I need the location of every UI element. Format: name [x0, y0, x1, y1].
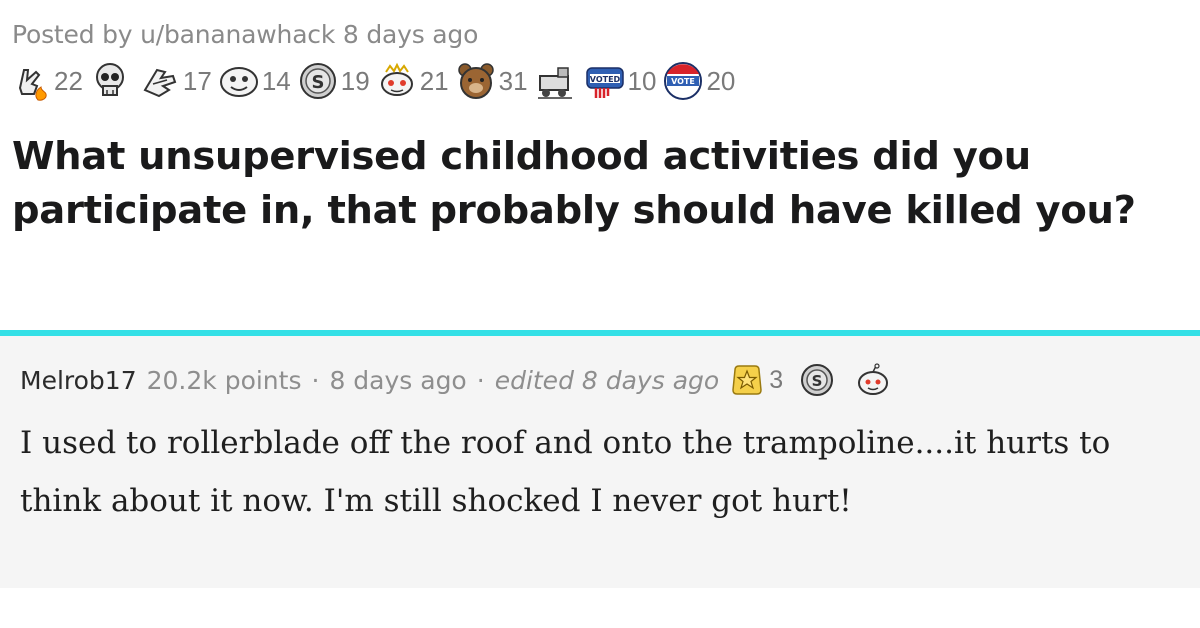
silver-coin-icon: S [801, 364, 834, 396]
award-vote[interactable]: VOTE 20 [662, 60, 735, 102]
award-silver[interactable]: S 19 [297, 60, 370, 102]
hand-flame-icon [18, 69, 47, 101]
svg-text:S: S [812, 372, 823, 390]
comment-meta: Melrob17 20.2k points · 8 days ago · edi… [20, 360, 901, 400]
skull-icon [95, 63, 124, 96]
comment-body: I used to rollerblade off the roof and o… [20, 425, 1111, 519]
award-snoo[interactable]: 21 [376, 60, 449, 102]
silver-coin-icon: S [299, 63, 336, 99]
comment-award-silver[interactable]: S [799, 362, 845, 398]
comment-edited: edited 8 days ago [494, 365, 720, 395]
post-meta: Posted by u/bananawhack 8 days ago [12, 20, 479, 49]
voted-badge-icon: VOTED [585, 67, 624, 98]
award-hand-flame[interactable]: 22 [10, 60, 83, 102]
comment-award-snoo[interactable] [855, 362, 901, 398]
hug-hand-icon [143, 68, 177, 98]
award-skull[interactable] [89, 60, 133, 102]
separator-dot: · [476, 365, 485, 395]
top-comment: Melrob17 20.2k points · 8 days ago · edi… [0, 336, 1200, 588]
award-voted[interactable]: VOTED 10 [584, 60, 656, 102]
snoo-icon [380, 62, 413, 96]
silly-face-icon [219, 67, 258, 97]
svg-text:VOTED: VOTED [589, 75, 620, 84]
svg-text:S: S [311, 72, 324, 93]
post-title[interactable]: What unsupervised childhood activities d… [12, 130, 1197, 238]
snoo-face-icon [858, 363, 889, 395]
train-icon [537, 67, 572, 99]
post-awards: 22 17 14 S 19 21 31 VOTED 10 VOTE 20 [10, 58, 741, 104]
award-silly-face[interactable]: 14 [218, 60, 291, 102]
award-hug-hand[interactable]: 17 [139, 60, 212, 102]
comment-time: 8 days ago [329, 365, 467, 395]
comment-points: 20.2k points [146, 365, 302, 395]
bear-icon [457, 63, 494, 99]
gold-star-icon [732, 365, 762, 395]
comment-award-gold[interactable]: 3 [729, 362, 789, 398]
award-train[interactable] [534, 60, 578, 102]
vote-button-icon: VOTE [664, 62, 703, 100]
separator-dot: · [311, 365, 320, 395]
comment-author[interactable]: Melrob17 [20, 366, 137, 395]
award-bear[interactable]: 31 [455, 60, 528, 102]
svg-text:VOTE: VOTE [672, 77, 696, 86]
